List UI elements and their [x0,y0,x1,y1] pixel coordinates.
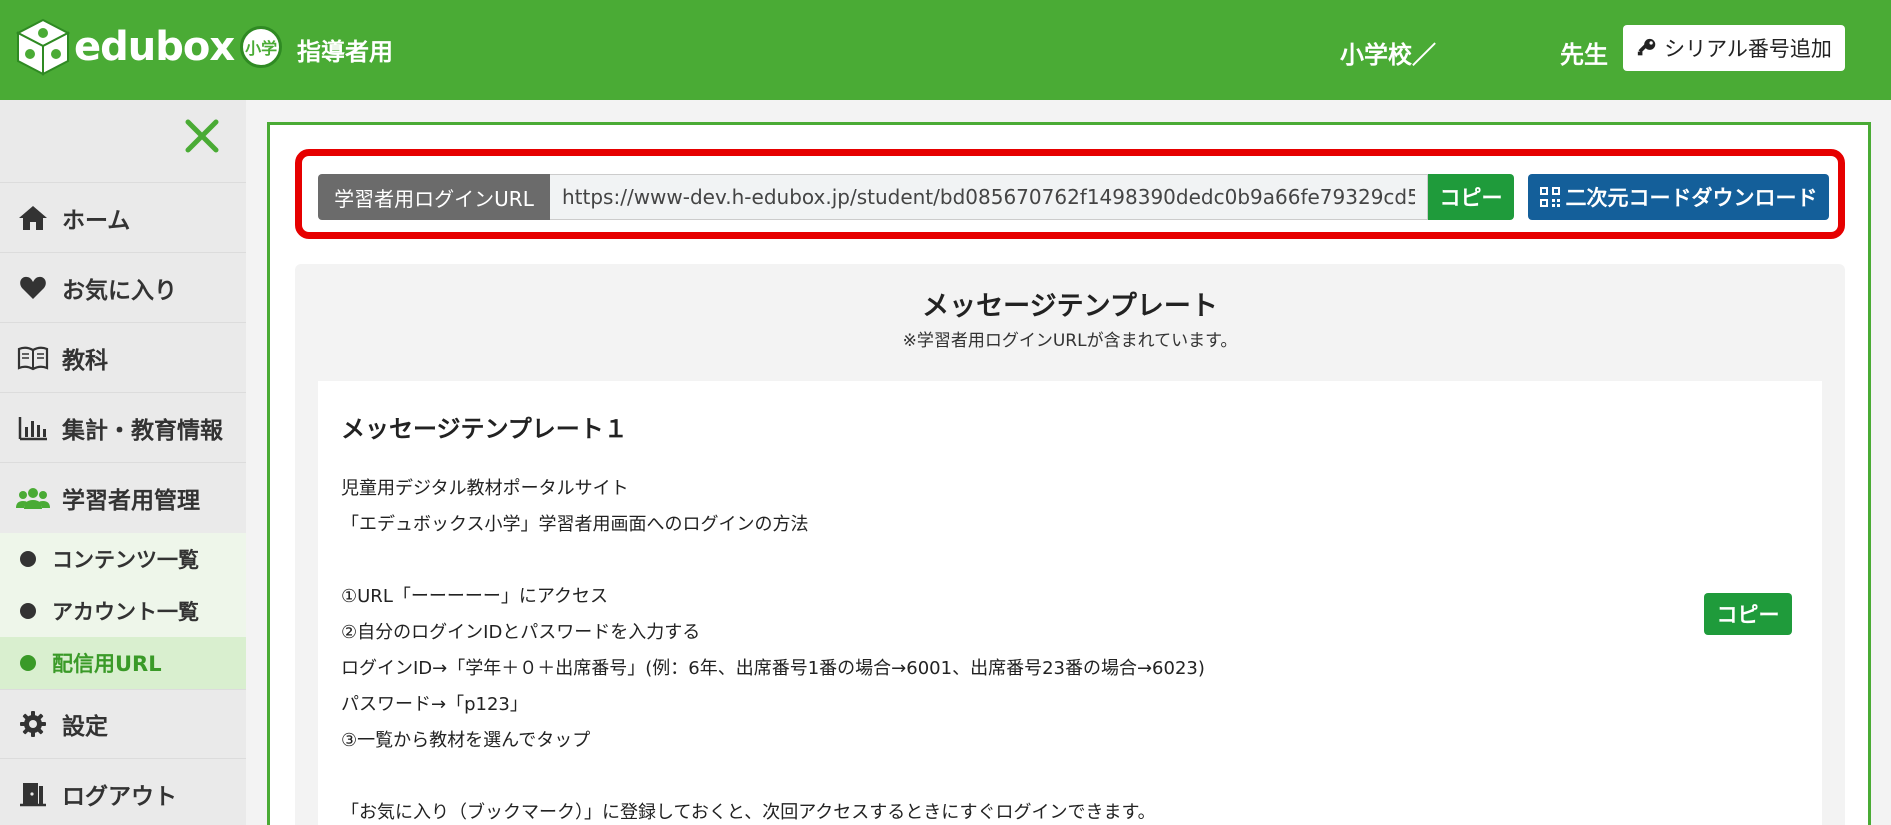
sidebar-submenu: コンテンツ一覧 アカウント一覧 配信用URL [0,533,246,689]
sidebar-subitem-contents[interactable]: コンテンツ一覧 [0,533,246,585]
teacher-name: 先生 [1560,41,1608,69]
login-url-input[interactable] [550,174,1428,220]
school-name: 小学校／ [1340,41,1436,69]
sidebar-item-settings[interactable]: 設定 [0,689,246,759]
gear-icon [16,709,50,739]
sidebar-item-label: 設定 [62,714,108,740]
copy-template-button[interactable]: コピー [1704,593,1792,635]
login-url-label: 学習者用ログインURL [318,174,550,220]
sidebar-item-label: 集計・教育情報 [62,417,223,444]
template-line: 「お気に入り（ブックマーク）」に登録しておくと、次回アクセスするときにすぐログイ… [341,802,1156,823]
close-icon[interactable] [184,118,220,154]
sidebar-subitem-label: 配信用URL [52,652,162,676]
template-line [341,543,1205,579]
login-url-row: 学習者用ログインURL コピー 二次元コードダウンロード [318,174,1829,220]
add-serial-label: シリアル番号追加 [1664,37,1832,61]
sidebar-item-learner-management[interactable]: 学習者用管理 [0,463,246,533]
template-card-body: 児童用デジタル教材ポータルサイト 「エデュボックス小学」学習者用画面へのログイン… [341,471,1205,825]
logo-cube-icon [16,18,70,76]
template-line [341,759,1205,795]
edubox-logo[interactable]: edubox 小学 [16,18,283,76]
app-header: edubox 小学 指導者用 小学校／ 先生 シリアル番号追加 [0,0,1891,100]
sidebar-item-stats[interactable]: 集計・教育情報 [0,393,246,463]
message-template-card: メッセージテンプレート１ 児童用デジタル教材ポータルサイト 「エデュボックス小学… [318,381,1822,825]
sidebar-item-label: ログアウト [62,783,177,810]
template-line: ①URL「ーーーーー」にアクセス [341,586,608,607]
qr-download-label: 二次元コードダウンロード [1565,186,1818,210]
sidebar-item-label: 教科 [62,347,108,374]
sidebar-subitem-label: コンテンツ一覧 [52,548,199,572]
template-section-note: ※学習者用ログインURLが含まれています。 [902,331,1238,351]
users-icon [16,483,50,513]
main-panel: 学習者用ログインURL コピー 二次元コードダウンロード メッセージテンプレート… [267,122,1871,825]
sidebar-item-label: お気に入り [62,277,177,304]
logo-badge: 小学 [240,26,283,68]
sidebar-subitem-accounts[interactable]: アカウント一覧 [0,585,246,637]
home-icon [16,203,50,233]
sidebar-item-subjects[interactable]: 教科 [0,323,246,393]
copy-url-button[interactable]: コピー [1428,174,1514,220]
book-icon [16,343,50,373]
sidebar-item-favorites[interactable]: お気に入り [0,253,246,323]
template-line: ログインID→「学年＋０＋出席番号」(例：6年、出席番号1番の場合→6001、出… [341,658,1205,679]
message-template-section: メッセージテンプレート ※学習者用ログインURLが含まれています。 メッセージテ… [295,264,1845,825]
qr-download-button[interactable]: 二次元コードダウンロード [1528,174,1829,220]
template-line: ③一覧から教材を選んでタップ [341,730,591,751]
sidebar-item-logout[interactable]: ログアウト [0,759,246,825]
heart-icon [16,273,50,303]
template-line: ②自分のログインIDとパスワードを入力する [341,622,701,643]
sidebar-item-label: 学習者用管理 [62,488,200,514]
bullet-icon [20,655,36,671]
sidebar-subitem-distribution-url[interactable]: 配信用URL [0,637,246,689]
template-line: 「エデュボックス小学」学習者用画面へのログインの方法 [341,514,809,535]
logo-text: edubox [74,24,235,70]
key-icon [1637,38,1656,56]
sidebar-close-row [0,100,246,183]
bullet-icon [20,551,36,567]
logout-icon [16,779,50,809]
sidebar-item-home[interactable]: ホーム [0,183,246,253]
role-label: 指導者用 [297,38,393,66]
sidebar-item-label: ホーム [62,207,131,234]
template-section-title: メッセージテンプレート [922,291,1218,322]
template-card-title: メッセージテンプレート１ [341,415,628,443]
sidebar-subitem-label: アカウント一覧 [52,600,199,624]
bar-chart-icon [16,413,50,443]
qr-code-icon [1539,187,1560,207]
bullet-icon [20,603,36,619]
sidebar: ホーム お気に入り 教科 集計・教育情報 学習者用管理 コンテンツ一覧 アカウン… [0,100,246,825]
template-line: パスワード→「p123」 [341,694,528,715]
template-line: 児童用デジタル教材ポータルサイト [341,478,629,499]
login-url-box: 学習者用ログインURL コピー 二次元コードダウンロード [295,149,1845,239]
add-serial-button[interactable]: シリアル番号追加 [1623,25,1845,71]
